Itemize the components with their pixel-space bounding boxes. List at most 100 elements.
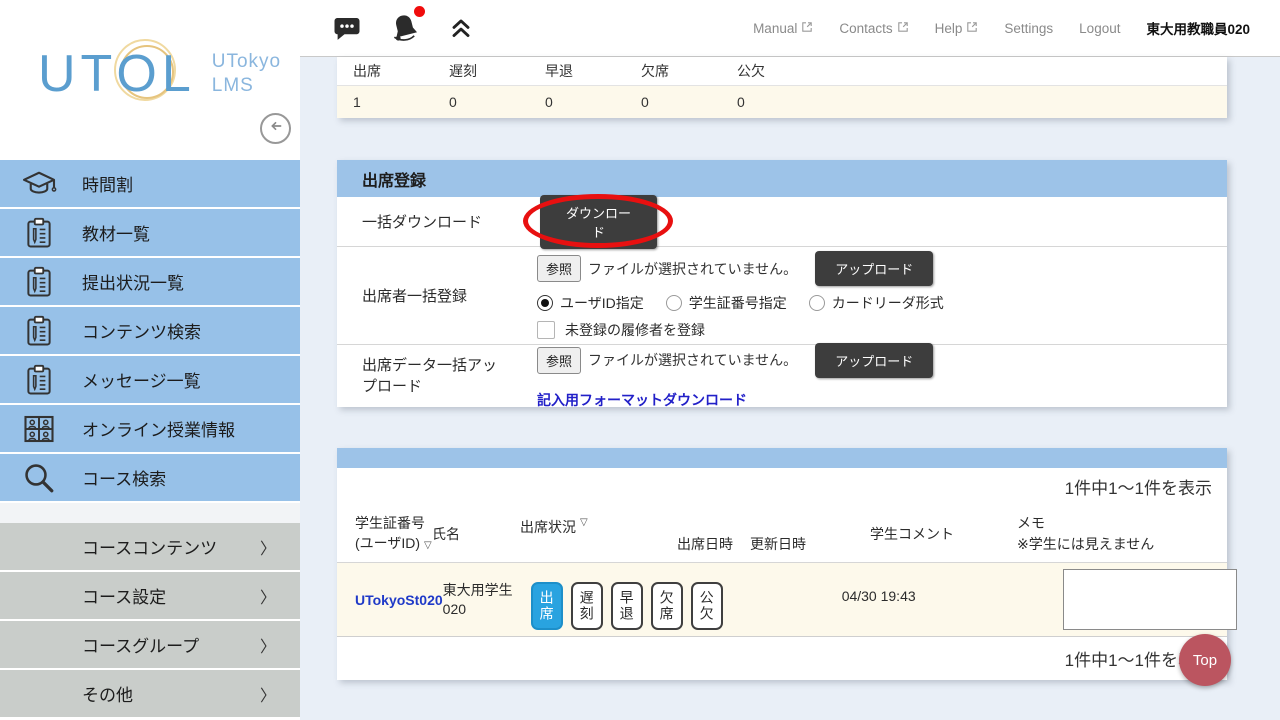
sidebar-collapse-button[interactable] bbox=[260, 113, 291, 144]
student-attendance-table: 1件中1〜1件を表示 学生証番号 (ユーザID) ▽ 氏名 出席状況 ▽ 出席日時… bbox=[337, 448, 1237, 680]
bulk-register-label: 出席者一括登録 bbox=[362, 288, 468, 305]
sidebar-item-label: 時間割 bbox=[82, 176, 133, 195]
sidebar-item-label: その他 bbox=[82, 686, 133, 705]
main-content: 出席 遅刻 早退 欠席 公欠 1 0 0 0 0 出席登録 一括ダウンロード ダ… bbox=[300, 57, 1280, 720]
column-label: 学生証番号 bbox=[355, 515, 425, 532]
section-header: 出席登録 bbox=[337, 160, 1227, 197]
browse-button[interactable]: 参照 bbox=[537, 255, 582, 282]
column-label: メモ bbox=[1017, 515, 1045, 532]
logout-link[interactable]: Logout bbox=[1079, 21, 1120, 36]
radio-user-id[interactable] bbox=[537, 295, 553, 311]
clipboard-icon bbox=[20, 214, 58, 252]
clipboard-icon bbox=[20, 361, 58, 399]
chat-icon[interactable] bbox=[332, 13, 362, 43]
memo-textarea[interactable] bbox=[1062, 569, 1237, 630]
sort-icon[interactable]: ▽ bbox=[580, 517, 588, 528]
manual-link-label: Manual bbox=[753, 20, 798, 36]
topbar: Manual Contacts Help Settings Logout 東大用… bbox=[300, 0, 1280, 57]
bulk-download-label: 一括ダウンロード bbox=[362, 214, 483, 231]
logo-area: UTOL UTokyo LMS bbox=[0, 0, 300, 160]
sidebar-item-course-contents[interactable]: コースコンテンツ 〉 bbox=[0, 523, 300, 570]
sidebar-item-course-settings[interactable]: コース設定 〉 bbox=[0, 572, 300, 619]
student-id-link[interactable]: UTokyoSt020 bbox=[355, 592, 443, 608]
logo-subtext-line2: LMS bbox=[211, 75, 254, 96]
external-link-icon bbox=[897, 21, 909, 36]
sidebar-item-label: メッセージ一覧 bbox=[82, 372, 201, 391]
column-header-status[interactable]: 出席状況 ▽ bbox=[520, 505, 677, 562]
summary-value-present: 1 bbox=[353, 94, 361, 110]
sidebar-item-label: コース設定 bbox=[82, 588, 167, 607]
sidebar-item-label: 提出状況一覧 bbox=[82, 274, 184, 293]
sort-icon[interactable]: ▽ bbox=[424, 540, 432, 551]
chevron-right-icon: 〉 bbox=[259, 687, 276, 705]
manual-link[interactable]: Manual bbox=[753, 21, 813, 36]
chevron-right-icon: 〉 bbox=[259, 589, 276, 607]
status-button-excused[interactable]: 公欠 bbox=[690, 581, 723, 630]
contacts-link-label: Contacts bbox=[839, 20, 893, 36]
summary-value-late: 0 bbox=[449, 94, 457, 110]
utol-logo: UTOL UTokyo LMS bbox=[38, 39, 281, 101]
student-id-cell: UTokyoSt020 bbox=[337, 563, 443, 636]
attendance-datetime-cell bbox=[723, 563, 796, 636]
sidebar-item-label: コースコンテンツ bbox=[82, 539, 218, 558]
summary-header-early-leave: 早退 bbox=[545, 63, 573, 79]
column-label: 学生コメント bbox=[870, 525, 954, 542]
help-link-label: Help bbox=[934, 20, 963, 36]
column-header-student-comment: 学生コメント bbox=[870, 505, 1017, 562]
collapse-up-icon[interactable] bbox=[448, 15, 474, 41]
external-link-icon bbox=[966, 21, 978, 36]
sidebar-item-label: コンテンツ検索 bbox=[82, 323, 201, 342]
settings-link[interactable]: Settings bbox=[1004, 21, 1053, 36]
column-header-student-id[interactable]: 学生証番号 (ユーザID) ▽ bbox=[337, 505, 432, 562]
column-label: 更新日時 bbox=[750, 536, 806, 552]
chevron-right-icon: 〉 bbox=[259, 540, 276, 558]
sidebar-item-materials[interactable]: 教材一覧 bbox=[0, 209, 300, 256]
status-button-early-leave[interactable]: 早退 bbox=[610, 581, 643, 630]
sidebar-item-messages[interactable]: メッセージ一覧 bbox=[0, 356, 300, 403]
user-name: 東大用教職員020 bbox=[1146, 22, 1250, 37]
format-download-link[interactable]: 記入用フォーマットダウンロード bbox=[537, 390, 747, 410]
clipboard-icon bbox=[20, 263, 58, 301]
sidebar-item-online-class-info[interactable]: オンライン授業情報 bbox=[0, 405, 300, 452]
summary-value-absent: 0 bbox=[641, 94, 649, 110]
summary-value-row: 1 0 0 0 0 bbox=[337, 86, 1227, 118]
bell-icon[interactable] bbox=[388, 6, 425, 45]
scroll-to-top-button[interactable]: Top bbox=[1179, 634, 1231, 686]
summary-header-absent: 欠席 bbox=[641, 63, 669, 79]
help-link[interactable]: Help bbox=[935, 21, 979, 36]
sidebar-item-content-search[interactable]: コンテンツ検索 bbox=[0, 307, 300, 354]
update-datetime-cell: 04/30 19:43 bbox=[796, 563, 916, 636]
sidebar-item-label: 教材一覧 bbox=[82, 225, 150, 244]
summary-value-excused: 0 bbox=[737, 94, 745, 110]
radio-card-reader[interactable] bbox=[808, 295, 825, 311]
result-count-footer: 1件中1〜1件を表示 bbox=[1064, 651, 1212, 670]
data-upload-row: 出席データ一括アップロード 参照 ファイルが選択されていません。 アップロード … bbox=[337, 342, 1227, 410]
status-button-present[interactable]: 出席 bbox=[530, 581, 563, 630]
file-status-text: ファイルが選択されていません。 bbox=[588, 352, 798, 368]
register-unenrolled-checkbox[interactable] bbox=[537, 321, 555, 339]
column-header-name: 氏名 bbox=[432, 505, 520, 562]
result-count-text: 1件中1〜1件を表示 bbox=[1064, 479, 1212, 498]
sidebar-item-course-search[interactable]: コース検索 bbox=[0, 454, 300, 501]
column-label-note: ※学生には見えません bbox=[1017, 535, 1155, 552]
table-top-bar bbox=[337, 448, 1227, 468]
radio-student-number[interactable] bbox=[665, 295, 682, 311]
sidebar-item-submission-status[interactable]: 提出状況一覧 bbox=[0, 258, 300, 305]
sidebar-item-course-group[interactable]: コースグループ 〉 bbox=[0, 621, 300, 668]
column-header-update-time: 更新日時 bbox=[750, 505, 870, 562]
contacts-link[interactable]: Contacts bbox=[839, 21, 908, 36]
back-arrow-icon bbox=[265, 115, 287, 142]
online-class-icon bbox=[20, 410, 58, 448]
data-upload-label: 出席データ一括アップロード bbox=[362, 357, 498, 395]
upload-button[interactable]: アップロード bbox=[815, 251, 934, 286]
sidebar-item-timetable[interactable]: 時間割 bbox=[0, 160, 300, 207]
column-label: 出席日時 bbox=[677, 536, 733, 552]
status-button-absent[interactable]: 欠席 bbox=[650, 581, 683, 630]
summary-header-present: 出席 bbox=[353, 63, 381, 79]
download-button[interactable]: ダウンロード bbox=[540, 194, 657, 249]
sidebar-item-others[interactable]: その他 〉 bbox=[0, 670, 300, 717]
status-button-late[interactable]: 遅刻 bbox=[570, 581, 603, 630]
radio-card-reader-label: カードリーダ形式 bbox=[831, 295, 944, 311]
browse-button[interactable]: 参照 bbox=[537, 346, 582, 374]
upload-button[interactable]: アップロード bbox=[815, 342, 934, 378]
